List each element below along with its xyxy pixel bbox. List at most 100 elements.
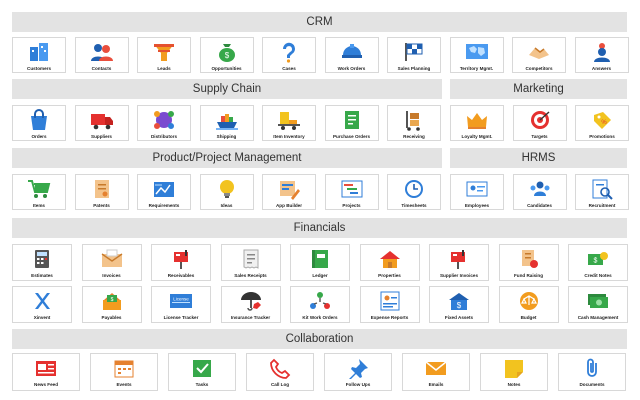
tile-suppliers[interactable]: Suppliers [74,105,129,141]
tile-sales-receipts[interactable]: Sales Receipts [220,244,281,281]
tile-xinvent[interactable]: Xinvent [12,286,72,323]
tile-label: Fund Raising [513,273,544,278]
tile-label: Follow Ups [345,382,371,387]
tile-payables[interactable]: $ Payables [81,286,142,323]
loyalty-icon [465,109,489,131]
tile-candidates[interactable]: Candidates [512,174,567,210]
tile-recruitment[interactable]: Recruitment [575,174,629,210]
tile-label: Work Orders [337,66,366,71]
tile-events[interactable]: Events [90,353,158,391]
tile-customers[interactable]: Customers [12,37,66,73]
tile-insurance-tracker[interactable]: Insurance Tracker [220,286,281,323]
tile-fixed-assets[interactable]: $ Fixed Assets [429,286,489,323]
svg-text:$: $ [594,258,598,265]
tile-invoices[interactable]: Invoices [81,244,142,281]
tile-patents[interactable]: Patents [74,174,129,210]
tile-label: Projects [342,203,361,208]
tile-label: Opportunities [211,66,242,71]
budget-icon [517,290,541,312]
tile-timesheets[interactable]: Timesheets [387,174,441,210]
tile-purchase-orders[interactable]: Purchase Orders [324,105,379,141]
tile-tasks[interactable]: Tasks [168,353,236,391]
customers-icon [27,41,51,63]
ideas-icon [215,178,239,200]
tile-emails[interactable]: Emails [402,353,470,391]
appbuilder-icon [277,178,301,200]
ledger-icon [308,248,332,270]
tile-expense-reports[interactable]: Expense Reports [359,286,420,323]
tile-projects[interactable]: Projects [324,174,379,210]
tile-label: Tasks [195,382,209,387]
tile-notes[interactable]: Notes [480,353,548,391]
tile-follow-ups[interactable]: Follow Ups [324,353,392,391]
tile-call-log[interactable]: Call Log [246,353,314,391]
tile-label: Emails [428,382,444,387]
tile-answers[interactable]: Answers [574,37,629,73]
tile-label: Events [116,382,132,387]
licensetracker-icon: License [169,290,193,312]
salesreceipts-icon [239,248,263,270]
tile-leads[interactable]: Leads [137,37,191,73]
tile-sales-planning[interactable]: Sales Planning [387,37,441,73]
tile-label: Territory Mgmt. [459,66,494,71]
tile-credit-notes[interactable]: $ Credit Notes [568,244,628,281]
tile-loyalty-mgmt[interactable]: Loyalty Mgmt. [450,105,504,141]
tile-label: Invoices [102,273,121,278]
tile-label: Receiving [403,134,425,139]
tile-contacts[interactable]: Contacts [74,37,129,73]
tile-item-inventory[interactable]: Item Inventory [262,105,316,141]
tile-ideas[interactable]: Ideas [199,174,254,210]
tile-label: Answers [591,66,612,71]
tile-targets[interactable]: Targets [512,105,567,141]
tile-work-orders[interactable]: Work Orders [324,37,379,73]
tile-budget[interactable]: Budget [498,286,559,323]
documents-icon [580,357,604,379]
employees-icon [465,178,489,200]
tile-competitors[interactable]: Competitors [512,37,566,73]
tile-promotions[interactable]: % Promotions [575,105,629,141]
iteminventory-icon [277,109,301,131]
tile-label: Cash Management [577,315,619,320]
tile-receivables[interactable]: Receivables [151,244,211,281]
followups-icon [346,357,370,379]
tile-employees[interactable]: Employees [450,174,504,210]
tile-label: Receivables [167,273,195,278]
tile-news-feed[interactable]: News Feed [12,353,80,391]
tile-orders[interactable]: Orders [12,105,66,141]
tile-label: Contacts [91,66,112,71]
tile-label: Ledger [312,273,328,278]
tile-estimates[interactable]: Estimates [12,244,72,281]
tile-territory-mgmt[interactable]: Territory Mgmt. [449,37,504,73]
section-header-product-project: Product/Project Management [12,148,442,168]
tile-shipping[interactable]: Shipping [199,105,254,141]
promotions-icon: % [590,109,614,131]
tile-opportunities[interactable]: $ Opportunities [199,37,254,73]
tile-label: Expense Reports [370,315,409,320]
tile-receiving[interactable]: Receiving [387,105,441,141]
fundraising-icon [517,248,541,270]
tile-cases[interactable]: Cases [262,37,316,73]
tile-label: Orders [31,134,47,139]
tile-license-tracker[interactable]: License License Tracker [151,286,211,323]
projects-icon [340,178,364,200]
tile-ledger[interactable]: Ledger [290,244,350,281]
calllog-icon [268,357,292,379]
tile-fund-raising[interactable]: Fund Raising [498,244,559,281]
tile-app-builder[interactable]: App Builder [262,174,316,210]
tile-items[interactable]: Items [12,174,66,210]
tile-label: Xinvent [33,315,51,320]
tile-requirements[interactable]: Requirements [137,174,191,210]
tile-cash-management[interactable]: Cash Management [568,286,628,323]
xinvent-icon [30,290,54,312]
tile-label: Candidates [527,203,552,208]
tile-label: Promotions [589,134,615,139]
tile-supplier-invoices[interactable]: Supplier Invoices [429,244,489,281]
tile-distributors[interactable]: Distributors [137,105,191,141]
tile-properties[interactable]: Properties [359,244,420,281]
tile-documents[interactable]: Documents [558,353,626,391]
tile-label: Insurance Tracker [230,315,271,320]
tile-label: Estimates [31,273,53,278]
section-title-crm: CRM [306,16,333,28]
tile-kit-work-orders[interactable]: Kit Work Orders [290,286,350,323]
section-header-financials: Financials [12,218,627,238]
